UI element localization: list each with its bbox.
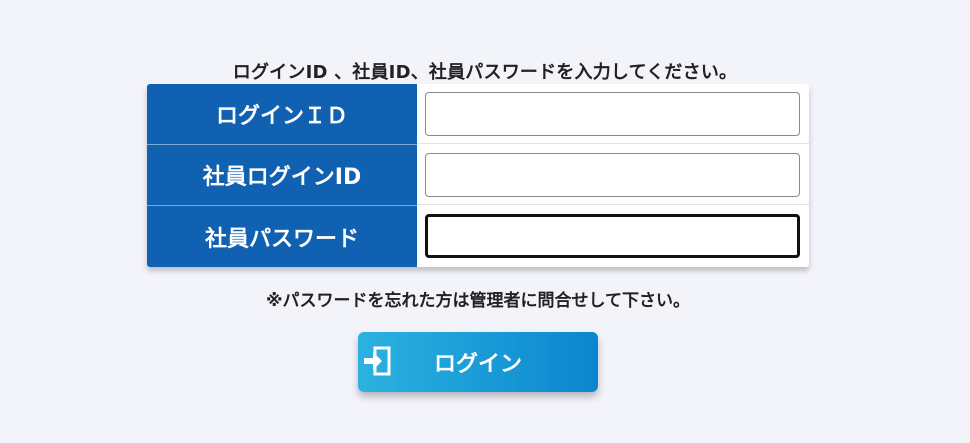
employee-login-id-row: 社員ログインID [147,145,809,205]
employee-password-row: 社員パスワード [147,206,809,267]
login-button[interactable]: ログイン [358,332,598,392]
login-page: ログインID 、社員ID、社員パスワードを入力してください。 ログインＩＤ 社員… [0,0,970,443]
login-id-label: ログインＩＤ [147,84,417,144]
employee-login-id-cell [417,145,809,205]
login-id-cell [417,84,809,144]
forgot-password-notice: ※パスワードを忘れた方は管理者に問合せして下さい。 [265,291,691,311]
instruction-text: ログインID 、社員ID、社員パスワードを入力してください。 [232,62,738,83]
login-form: ログインＩＤ 社員ログインID 社員パスワード [147,84,809,267]
employee-login-id-input[interactable] [425,153,800,197]
login-id-row: ログインＩＤ [147,84,809,144]
login-button-label: ログイン [433,352,522,377]
employee-password-label: 社員パスワード [147,206,417,267]
employee-login-id-label: 社員ログインID [147,145,417,205]
employee-password-cell [417,206,809,267]
login-id-input[interactable] [425,92,800,136]
employee-password-input[interactable] [425,214,800,258]
